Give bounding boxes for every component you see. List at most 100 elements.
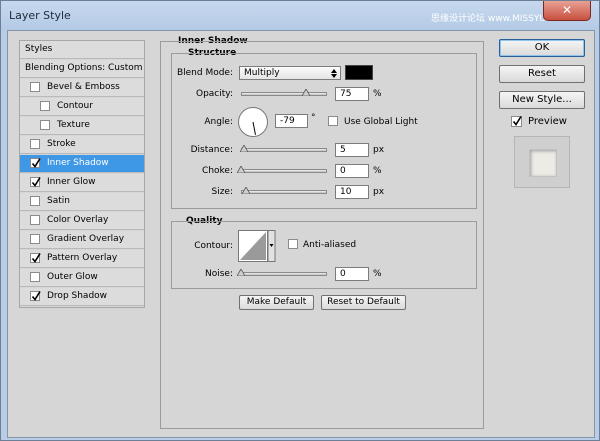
reset-to-default-button[interactable]: Reset to Default (321, 295, 406, 310)
preview-checkbox[interactable] (511, 116, 522, 127)
style-list-item[interactable]: Stroke (20, 136, 144, 154)
style-list-item[interactable]: Color Overlay (20, 212, 144, 230)
size-label: Size: (211, 187, 233, 197)
angle-label: Angle: (204, 117, 233, 127)
preview-label: Preview (528, 116, 567, 127)
reset-button[interactable]: Reset (499, 65, 585, 83)
style-item-label: Blending Options: Custom (25, 63, 143, 73)
anti-aliased-label: Anti-aliased (303, 240, 357, 250)
style-item-checkbox[interactable] (40, 101, 50, 111)
angle-dial[interactable] (237, 106, 269, 138)
style-preview-box (514, 136, 570, 188)
contour-picker[interactable] (238, 230, 276, 262)
layer-style-window: Layer Style 思缘设计论坛 www.MISSYUAN.COM ✕ St… (0, 0, 600, 441)
opacity-label: Opacity: (196, 89, 233, 99)
shadow-color-swatch[interactable] (345, 65, 373, 80)
close-icon: ✕ (561, 3, 573, 17)
opacity-unit: % (373, 89, 382, 99)
distance-unit: px (373, 145, 385, 155)
style-item-checkbox[interactable] (30, 234, 40, 244)
style-list-item[interactable]: Inner Glow (20, 174, 144, 192)
style-item-label: Outer Glow (47, 272, 98, 282)
style-item-checkbox[interactable] (30, 272, 40, 282)
style-list-item[interactable]: Styles (20, 41, 144, 59)
style-list-item[interactable]: Bevel & Emboss (20, 79, 144, 97)
opacity-slider[interactable] (241, 92, 327, 96)
style-item-label: Gradient Overlay (47, 234, 125, 244)
style-item-label: Bevel & Emboss (47, 82, 120, 92)
close-button[interactable]: ✕ (543, 1, 591, 21)
opacity-slider-thumb[interactable] (301, 89, 310, 96)
style-list-item[interactable]: Texture (20, 117, 144, 135)
choke-label: Choke: (202, 166, 233, 176)
anti-aliased-checkbox[interactable] (288, 239, 298, 249)
noise-slider-thumb[interactable] (237, 269, 245, 276)
global-light-label: Use Global Light (344, 117, 418, 127)
style-item-label: Stroke (47, 139, 76, 149)
distance-slider[interactable] (241, 148, 327, 152)
checkmark-icon (31, 253, 41, 263)
global-light-checkbox[interactable] (328, 116, 338, 126)
size-unit: px (373, 187, 385, 197)
checkmark-icon (31, 177, 41, 187)
style-item-checkbox[interactable] (30, 291, 41, 301)
style-list-item[interactable]: Satin (20, 193, 144, 211)
style-item-checkbox[interactable] (30, 158, 41, 168)
size-slider[interactable] (241, 190, 327, 194)
style-item-checkbox[interactable] (30, 215, 40, 225)
style-list-item[interactable]: Contour (20, 98, 144, 116)
style-item-label: Contour (57, 101, 93, 111)
dialog-body: Styles Blending Options: Custom Bevel & Em… (7, 30, 595, 438)
style-item-label: Drop Shadow (47, 291, 108, 301)
style-list-item[interactable]: Pattern Overlay (20, 250, 144, 268)
style-preview-swatch (529, 149, 557, 177)
title-bar[interactable]: Layer Style 思缘设计论坛 www.MISSYUAN.COM ✕ (1, 1, 599, 30)
style-list-item[interactable]: Drop Shadow (20, 288, 144, 306)
angle-input[interactable]: -79 (275, 114, 308, 128)
noise-label: Noise: (205, 269, 233, 279)
choke-input[interactable]: 0 (335, 164, 369, 178)
style-item-checkbox[interactable] (30, 82, 40, 92)
style-item-label: Styles (25, 44, 53, 54)
style-item-checkbox[interactable] (40, 120, 50, 130)
style-list-item[interactable]: Inner Shadow (20, 155, 144, 173)
style-item-label: Texture (57, 120, 90, 130)
checkmark-icon (31, 158, 41, 168)
style-item-label: Color Overlay (47, 215, 109, 225)
opacity-input[interactable]: 75 (335, 87, 369, 101)
window-title: Layer Style (9, 9, 71, 22)
style-item-checkbox[interactable] (30, 253, 41, 263)
checkmark-icon (512, 116, 522, 126)
noise-input[interactable]: 0 (335, 267, 369, 281)
styles-list: Styles Blending Options: Custom Bevel & Em… (19, 40, 145, 308)
size-input[interactable]: 10 (335, 185, 369, 199)
checkmark-icon (31, 291, 41, 301)
style-item-checkbox[interactable] (30, 177, 41, 187)
style-item-checkbox[interactable] (30, 196, 40, 206)
size-slider-thumb[interactable] (242, 187, 251, 194)
noise-unit: % (373, 269, 382, 279)
blend-mode-label: Blend Mode: (176, 68, 233, 78)
choke-unit: % (373, 166, 382, 176)
distance-slider-thumb[interactable] (239, 145, 248, 152)
style-item-label: Inner Shadow (47, 158, 109, 168)
style-item-label: Satin (47, 196, 70, 206)
make-default-button[interactable]: Make Default (239, 295, 314, 310)
angle-unit: ° (311, 113, 316, 123)
style-item-label: Pattern Overlay (47, 253, 118, 263)
choke-slider-thumb[interactable] (237, 166, 245, 173)
blend-mode-select[interactable]: Multiply (239, 66, 341, 80)
noise-slider[interactable] (241, 272, 327, 276)
style-list-item[interactable]: Blending Options: Custom (20, 60, 144, 78)
choke-slider[interactable] (241, 169, 327, 173)
blend-mode-value: Multiply (244, 68, 280, 78)
style-list-item[interactable]: Outer Glow (20, 269, 144, 287)
style-item-checkbox[interactable] (30, 139, 40, 149)
ok-button[interactable]: OK (499, 39, 585, 57)
style-list-item[interactable]: Gradient Overlay (20, 231, 144, 249)
distance-label: Distance: (190, 145, 233, 155)
distance-input[interactable]: 5 (335, 143, 369, 157)
updown-arrows-icon (331, 69, 337, 78)
new-style-button[interactable]: New Style... (499, 91, 585, 109)
style-item-label: Inner Glow (47, 177, 96, 187)
